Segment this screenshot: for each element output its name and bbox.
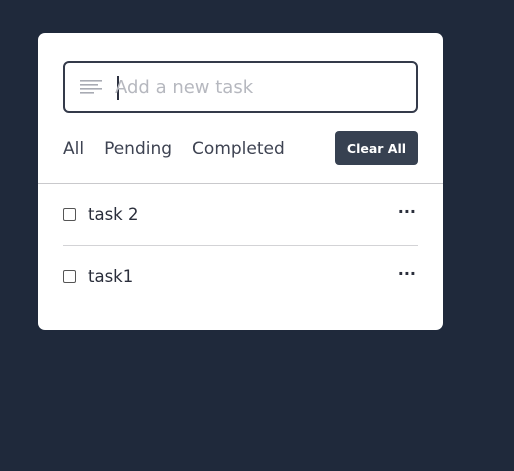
ellipsis-icon[interactable]: ···: [398, 203, 416, 219]
lines-icon: [80, 80, 102, 94]
task-input-wrapper[interactable]: [63, 61, 418, 113]
ellipsis-icon[interactable]: ···: [398, 265, 416, 281]
task-list: task 2 ··· task1 ···: [63, 184, 418, 307]
task-item: task 2 ···: [63, 184, 418, 245]
filter-bar: All Pending Completed: [63, 136, 305, 162]
task-item: task1 ···: [63, 245, 418, 307]
filter-pending[interactable]: Pending: [104, 139, 172, 159]
todo-card: All Pending Completed Clear All task 2 ·…: [38, 33, 443, 330]
task-checkbox[interactable]: [63, 208, 76, 221]
filter-completed[interactable]: Completed: [192, 139, 285, 159]
filter-all[interactable]: All: [63, 139, 84, 159]
task-checkbox[interactable]: [63, 270, 76, 283]
clear-all-button[interactable]: Clear All: [335, 131, 418, 165]
task-label[interactable]: task1: [88, 267, 133, 286]
new-task-input[interactable]: [115, 73, 405, 101]
task-label[interactable]: task 2: [88, 205, 138, 224]
